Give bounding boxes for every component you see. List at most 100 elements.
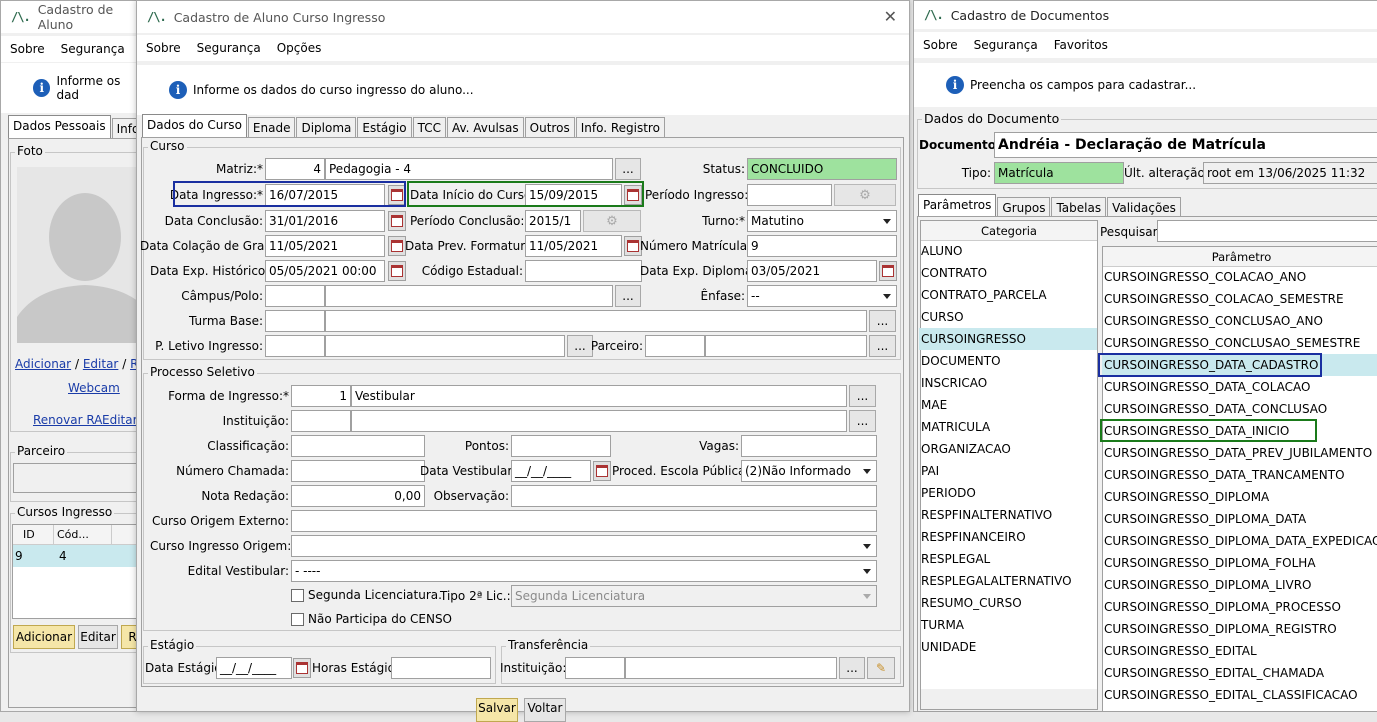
campus-id-input[interactable] [265,285,325,307]
p-letivo-id-input[interactable] [265,335,325,357]
list-item[interactable]: RESPLEGAL [919,548,1097,570]
list-item[interactable]: CURSOINGRESSO_COLACAO_SEMESTRE [1102,288,1377,310]
menu-seguranca[interactable]: Segurança [197,41,261,55]
data-vestibular-input[interactable]: __/__/____ [511,460,591,482]
tab-info-registro[interactable]: Info. Registro [575,117,665,137]
list-item[interactable]: RESPFINANCEIRO [919,526,1097,548]
list-item[interactable]: INSCRICAO [919,372,1097,394]
list-item[interactable]: CONTRATO [919,262,1097,284]
list-item[interactable]: CURSOINGRESSO_DIPLOMA_LIVRO [1102,574,1377,596]
list-item[interactable]: CURSOINGRESSO_DIPLOMA_REGISTRO [1102,618,1377,640]
data-conclusao-input[interactable]: 31/01/2016 [265,210,385,232]
matriz-id-input[interactable]: 4 [265,158,325,180]
data-prev-formatura-input[interactable]: 11/05/2021 [525,235,622,257]
list-item[interactable]: CURSOINGRESSO_DATA_TRANCAMENTO [1102,464,1377,486]
pencil-icon[interactable]: ✎ [867,657,895,679]
close-icon[interactable]: ✕ [884,7,897,26]
tab-tcc[interactable]: TCC [412,117,446,137]
editar-button[interactable]: Editar [78,625,118,649]
instituicao-name-input[interactable] [351,410,847,432]
table-row[interactable]: 9 4 [13,545,144,567]
parametro-header[interactable]: Parâmetro [1103,247,1377,267]
tipo-2a-lic-select[interactable]: Segunda Licenciatura [511,585,877,607]
list-item[interactable]: CURSOINGRESSO_DATA_COLACAO [1102,376,1377,398]
menu-favoritos[interactable]: Favoritos [1054,38,1108,52]
transferencia-name-input[interactable] [625,657,837,679]
matriz-name-input[interactable]: Pedagogia - 4 [325,158,613,180]
list-item[interactable]: CURSOINGRESSO_DIPLOMA_DATA_EXPEDICAO [1102,530,1377,552]
list-item[interactable]: PERIODO [919,482,1097,504]
pontos-input[interactable] [511,435,611,457]
tab-dados-pessoais[interactable]: Dados Pessoais [8,115,111,138]
calendar-icon[interactable] [293,658,311,678]
list-item[interactable]: CURSOINGRESSO [919,328,1097,350]
menu-sobre[interactable]: Sobre [923,38,958,52]
list-item[interactable]: MATRICULA [919,416,1097,438]
list-item[interactable]: DOCUMENTO [919,350,1097,372]
tab-av-avulsas[interactable]: Av. Avulsas [446,117,524,137]
periodo-ingresso-input[interactable] [747,184,832,206]
menu-seguranca[interactable]: Segurança [61,42,125,56]
p-letivo-name-input[interactable] [325,335,565,357]
classificacao-input[interactable] [291,435,425,457]
list-item[interactable]: CURSOINGRESSO_DIPLOMA_PROCESSO [1102,596,1377,618]
list-item[interactable]: CURSOINGRESSO_CONCLUSAO_SEMESTRE [1102,332,1377,354]
link-webcam[interactable]: Webcam [68,381,120,395]
instituicao-id-input[interactable] [291,410,351,432]
tab-validacoes[interactable]: Validações [1107,197,1181,217]
periodo-conclusao-input[interactable]: 2015/1 [525,210,581,232]
segunda-licenciatura-checkbox[interactable] [291,589,304,602]
data-exp-diploma-input[interactable]: 03/05/2021 [747,260,877,282]
list-item[interactable]: CONTRATO_PARCELA [919,284,1097,306]
data-colacao-input[interactable]: 11/05/2021 [265,235,385,257]
enfase-select[interactable]: -- [747,285,897,307]
numero-chamada-input[interactable] [291,460,425,482]
adicionar-button[interactable]: Adicionar [13,625,75,649]
gear-icon[interactable]: ⚙ [583,210,641,232]
list-item[interactable]: ALUNO [919,240,1097,262]
tab-tabelas[interactable]: Tabelas [1051,197,1107,217]
list-item[interactable]: MAE [919,394,1097,416]
turma-base-name-input[interactable] [325,310,867,332]
calendar-icon[interactable] [388,236,406,256]
tipo-field[interactable]: Matrícula [994,162,1124,184]
categoria-header[interactable]: Categoria [921,221,1097,241]
campus-name-input[interactable] [325,285,613,307]
transferencia-id-input[interactable] [565,657,625,679]
turma-base-id-input[interactable] [265,310,325,332]
tab-dados-do-curso[interactable]: Dados do Curso [142,114,247,137]
forma-ingresso-lookup-button[interactable]: ... [849,385,876,407]
tab-diploma[interactable]: Diploma [296,117,357,137]
instituicao-lookup-button[interactable]: ... [849,410,876,432]
list-item[interactable]: CURSOINGRESSO_DIPLOMA [1102,486,1377,508]
tab-outros[interactable]: Outros [524,117,575,137]
link-renovar-ra[interactable]: Renovar RA [33,413,102,427]
forma-ingresso-name-input[interactable]: Vestibular [351,385,847,407]
observacao-input[interactable] [511,485,877,507]
matriz-lookup-button[interactable]: ... [615,158,641,180]
list-item[interactable]: RESUMO_CURSO [919,592,1097,614]
gear-icon[interactable]: ⚙ [834,184,896,206]
menu-sobre[interactable]: Sobre [10,42,45,56]
menu-opcoes[interactable]: Opções [277,41,322,55]
data-exp-historico-input[interactable]: 05/05/2021 00:00 [265,260,385,282]
link-adicionar[interactable]: Adicionar [15,357,71,371]
tab-enade[interactable]: Enade [247,117,296,137]
list-item[interactable]: CURSO [919,306,1097,328]
parceiro-id-input[interactable] [645,335,705,357]
parceiro-field[interactable] [13,463,144,493]
list-item[interactable]: CURSOINGRESSO_DIPLOMA_DATA [1102,508,1377,530]
forma-ingresso-id-input[interactable]: 1 [291,385,351,407]
list-item[interactable]: CURSOINGRESSO_COLACAO_ANO [1102,266,1377,288]
vagas-input[interactable] [741,435,877,457]
calendar-icon[interactable] [879,261,897,281]
list-item[interactable]: TURMA [919,614,1097,636]
parceiro-name-input[interactable] [705,335,867,357]
voltar-button[interactable]: Voltar [524,698,566,722]
curso-origem-externo-input[interactable] [291,510,877,532]
grid-header-cod[interactable]: Cód... [57,528,89,541]
list-item[interactable]: UNIDADE [919,636,1097,658]
tab-parametros[interactable]: Parâmetros [918,194,997,217]
tab-grupos[interactable]: Grupos [997,197,1051,217]
campus-lookup-button[interactable]: ... [615,285,641,307]
